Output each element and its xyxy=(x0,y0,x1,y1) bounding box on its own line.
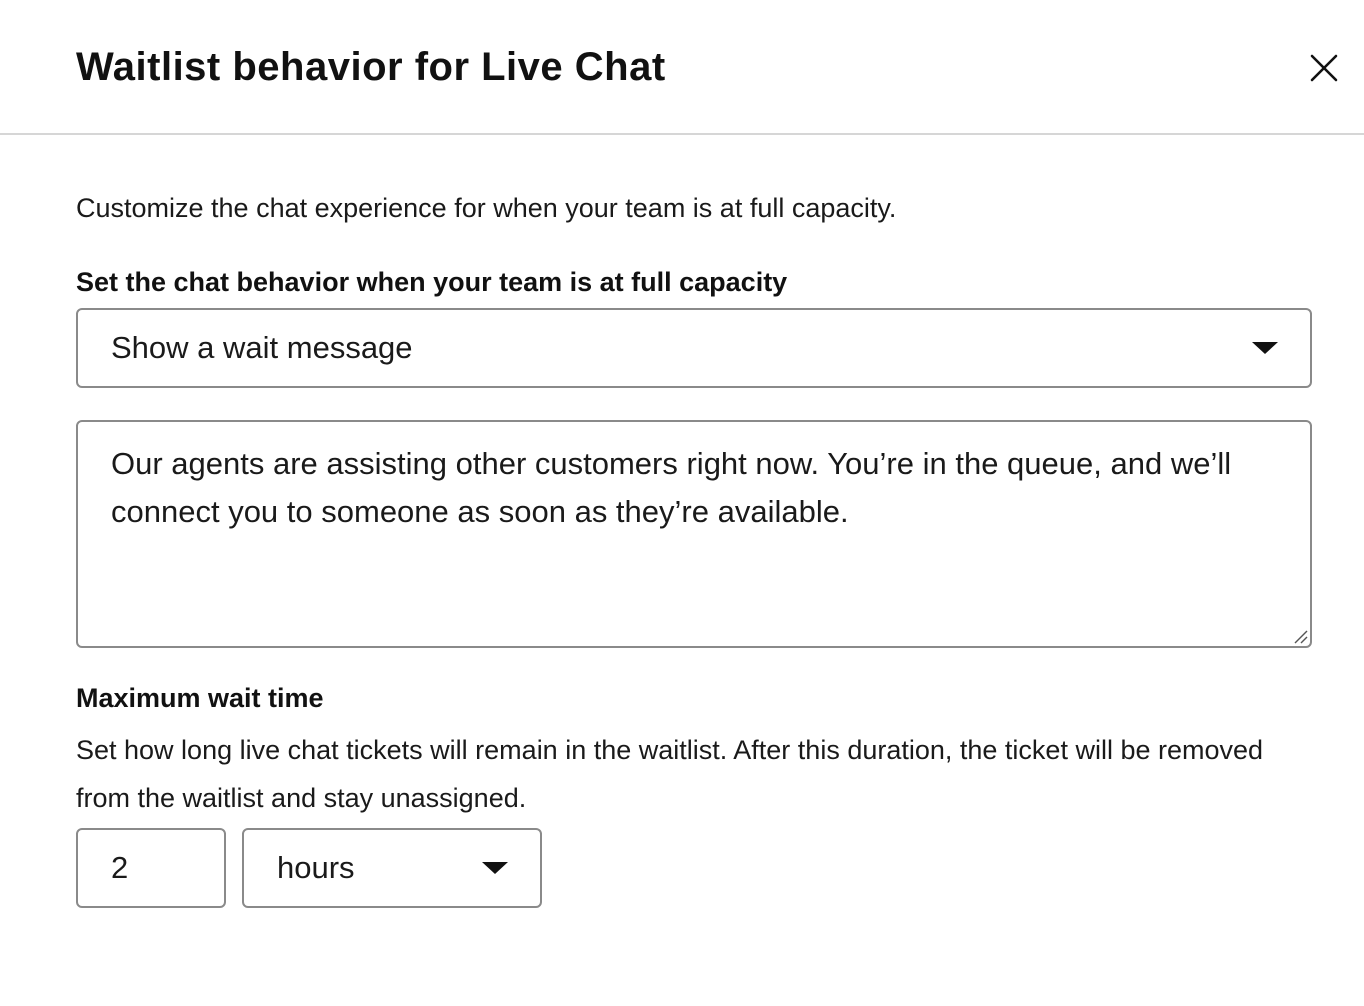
chevron-down-icon xyxy=(1252,342,1278,354)
max-wait-unit-select[interactable]: hours xyxy=(242,828,542,908)
behavior-select-value: Show a wait message xyxy=(111,330,413,365)
max-wait-amount-value: 2 xyxy=(111,850,129,885)
behavior-label: Set the chat behavior when your team is … xyxy=(76,267,788,297)
max-wait-label: Maximum wait time xyxy=(76,683,324,713)
modal-title: Waitlist behavior for Live Chat xyxy=(76,45,666,89)
wait-message-text: Our agents are assisting other customers… xyxy=(111,446,1232,529)
wait-message-textarea[interactable]: Our agents are assisting other customers… xyxy=(76,420,1312,648)
resize-handle-icon[interactable] xyxy=(1292,628,1308,644)
behavior-select[interactable]: Show a wait message xyxy=(76,308,1312,388)
max-wait-unit-value: hours xyxy=(277,850,355,885)
chevron-down-icon xyxy=(482,862,508,874)
max-wait-amount-input[interactable]: 2 xyxy=(76,828,226,908)
max-wait-description: Set how long live chat tickets will rema… xyxy=(76,735,1264,813)
intro-text: Customize the chat experience for when y… xyxy=(76,193,897,223)
close-button[interactable] xyxy=(1304,48,1344,88)
modal-header: Waitlist behavior for Live Chat xyxy=(0,0,1364,135)
close-icon xyxy=(1310,54,1338,82)
